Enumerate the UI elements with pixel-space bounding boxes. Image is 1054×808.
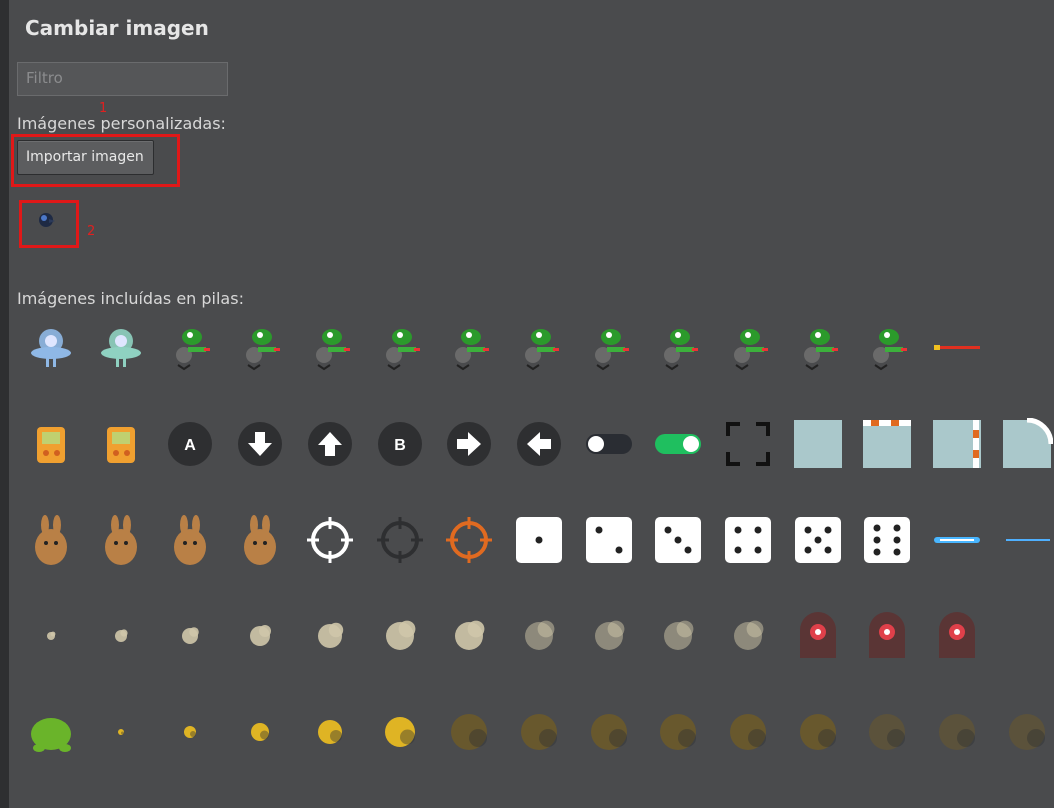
- dice-4-icon[interactable]: [721, 510, 775, 570]
- gameboy-icon[interactable]: [24, 414, 78, 474]
- laser-blue-thin-icon[interactable]: [1000, 510, 1054, 570]
- alien-gunner-6-icon[interactable]: [512, 318, 566, 378]
- explosion-3-icon[interactable]: [233, 702, 287, 762]
- explosion-12-icon[interactable]: [860, 702, 914, 762]
- bunny-2-icon[interactable]: [94, 510, 148, 570]
- alien-gunner-3-icon[interactable]: [303, 318, 357, 378]
- tile-plain-icon[interactable]: [791, 414, 845, 474]
- eye-monster-3-icon[interactable]: [930, 606, 984, 666]
- explosion-8-icon[interactable]: [582, 702, 636, 762]
- dialog-title: Cambiar imagen: [25, 16, 209, 40]
- included-images-label: Imágenes incluídas en pilas:: [17, 289, 244, 308]
- annotation-number-2: 2: [87, 224, 96, 239]
- alien-gunner-10-icon[interactable]: [791, 318, 845, 378]
- explosion-11-icon[interactable]: [791, 702, 845, 762]
- slime-icon[interactable]: [24, 702, 78, 762]
- alien-gunner-5-icon[interactable]: [442, 318, 496, 378]
- explosion-13-icon[interactable]: [930, 702, 984, 762]
- dice-6-icon[interactable]: [860, 510, 914, 570]
- fullscreen-icon[interactable]: [721, 414, 775, 474]
- explosion-7-icon[interactable]: [512, 702, 566, 762]
- explosion-9-icon[interactable]: [651, 702, 705, 762]
- laser-line-icon[interactable]: [930, 318, 984, 378]
- tile-right-border-icon[interactable]: [930, 414, 984, 474]
- bunny-3-icon[interactable]: [163, 510, 217, 570]
- button-b-icon[interactable]: B: [373, 414, 427, 474]
- alien-gunner-1-icon[interactable]: [163, 318, 217, 378]
- alien-gunner-9-icon[interactable]: [721, 318, 775, 378]
- arrow-up-icon[interactable]: [303, 414, 357, 474]
- arrow-right-icon[interactable]: [442, 414, 496, 474]
- toggle-on-icon[interactable]: [651, 414, 705, 474]
- arrow-left-icon[interactable]: [512, 414, 566, 474]
- explosion-2-icon[interactable]: [163, 702, 217, 762]
- smoke-4-icon[interactable]: [233, 606, 287, 666]
- svg-text:A: A: [185, 437, 197, 454]
- change-image-dialog: Cambiar imagen Filtro Imágenes personali…: [9, 0, 1054, 808]
- smoke-7-icon[interactable]: [442, 606, 496, 666]
- dice-1-icon[interactable]: [512, 510, 566, 570]
- tile-top-border-icon[interactable]: [860, 414, 914, 474]
- smoke-3-icon[interactable]: [163, 606, 217, 666]
- alien-gunner-11-icon[interactable]: [860, 318, 914, 378]
- explosion-6-icon[interactable]: [442, 702, 496, 762]
- toggle-off-icon[interactable]: [582, 414, 636, 474]
- alien-gunner-4-icon[interactable]: [373, 318, 427, 378]
- smoke-6-icon[interactable]: [373, 606, 427, 666]
- dice-3-icon[interactable]: [651, 510, 705, 570]
- alien-gunner-7-icon[interactable]: [582, 318, 636, 378]
- filter-input[interactable]: Filtro: [17, 62, 228, 96]
- tile-corner-icon[interactable]: [1000, 414, 1054, 474]
- smoke-2-icon[interactable]: [94, 606, 148, 666]
- gameboy-waving-icon[interactable]: [94, 414, 148, 474]
- eye-monster-1-icon[interactable]: [791, 606, 845, 666]
- custom-images-label: Imágenes personalizadas:: [17, 114, 226, 133]
- bunny-1-icon[interactable]: [24, 510, 78, 570]
- annotation-number-1: 1: [99, 101, 108, 116]
- explosion-5-icon[interactable]: [373, 702, 427, 762]
- crosshair-orange-icon[interactable]: [442, 510, 496, 570]
- alien-gunner-8-icon[interactable]: [651, 318, 705, 378]
- annotation-box-2: [19, 200, 79, 248]
- explosion-14-icon[interactable]: [1000, 702, 1054, 762]
- dice-2-icon[interactable]: [582, 510, 636, 570]
- arrow-down-icon[interactable]: [233, 414, 287, 474]
- smoke-10-icon[interactable]: [651, 606, 705, 666]
- eye-monster-2-icon[interactable]: [860, 606, 914, 666]
- smoke-9-icon[interactable]: [582, 606, 636, 666]
- crosshair-dark-icon[interactable]: [373, 510, 427, 570]
- explosion-1-icon[interactable]: [94, 702, 148, 762]
- ufo-green-icon[interactable]: [94, 318, 148, 378]
- smoke-1-icon[interactable]: [24, 606, 78, 666]
- button-a-icon[interactable]: A: [163, 414, 217, 474]
- annotation-box-1: [11, 134, 180, 187]
- laser-blue-icon[interactable]: [930, 510, 984, 570]
- smoke-8-icon[interactable]: [512, 606, 566, 666]
- svg-text:B: B: [394, 437, 406, 454]
- smoke-5-icon[interactable]: [303, 606, 357, 666]
- explosion-4-icon[interactable]: [303, 702, 357, 762]
- dice-5-icon[interactable]: [791, 510, 845, 570]
- alien-gunner-2-icon[interactable]: [233, 318, 287, 378]
- ufo-blue-icon[interactable]: [24, 318, 78, 378]
- bunny-4-icon[interactable]: [233, 510, 287, 570]
- crosshair-white-icon[interactable]: [303, 510, 357, 570]
- explosion-10-icon[interactable]: [721, 702, 775, 762]
- smoke-11-icon[interactable]: [721, 606, 775, 666]
